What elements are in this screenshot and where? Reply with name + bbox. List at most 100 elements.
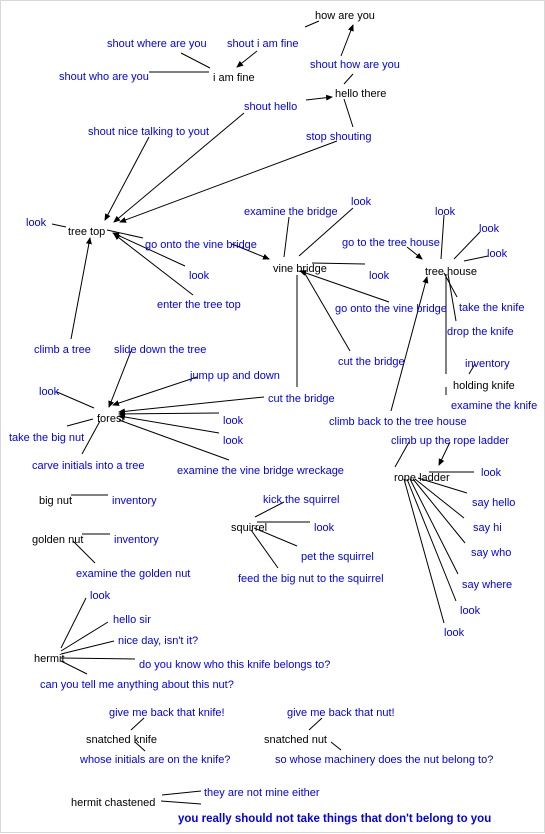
- action-node-shout-where-are-you[interactable]: shout where are you: [107, 38, 207, 50]
- graph-edge: [108, 350, 132, 408]
- action-node-shout-how-are-you[interactable]: shout how are you: [310, 59, 400, 71]
- action-node-examine-wreckage[interactable]: examine the vine bridge wreckage: [177, 465, 344, 477]
- state-node-forest[interactable]: forest: [97, 413, 125, 425]
- action-node-hello-sir[interactable]: hello sir: [113, 614, 151, 626]
- action-node-drop-the-knife[interactable]: drop the knife: [447, 326, 514, 338]
- action-node-look-rl-1[interactable]: look: [481, 467, 501, 479]
- action-node-say-hello[interactable]: say hello: [472, 497, 515, 509]
- state-node-tree-top[interactable]: tree top: [68, 226, 105, 238]
- action-node-nice-day[interactable]: nice day, isn't it?: [118, 635, 198, 647]
- action-node-look-rl-3[interactable]: look: [444, 627, 464, 639]
- action-node-take-the-big-nut[interactable]: take the big nut: [9, 432, 84, 444]
- action-node-look-vb-right[interactable]: look: [369, 270, 389, 282]
- graph-edge: [60, 640, 115, 655]
- state-node-i-am-fine[interactable]: i am fine: [213, 72, 255, 84]
- action-node-say-hi[interactable]: say hi: [473, 522, 502, 534]
- state-node-big-nut[interactable]: big nut: [39, 495, 72, 507]
- action-node-look-forest-r2[interactable]: look: [223, 435, 243, 447]
- state-node-vine-bridge[interactable]: vine bridge: [273, 263, 327, 275]
- state-node-golden-nut[interactable]: golden nut: [32, 534, 83, 546]
- action-node-climb-back-treehouse[interactable]: climb back to the tree house: [329, 416, 467, 428]
- state-node-holding-knife[interactable]: holding knife: [453, 380, 515, 392]
- graph-edge: [130, 717, 145, 731]
- action-node-climb-a-tree[interactable]: climb a tree: [34, 344, 91, 356]
- graph-edge: [414, 478, 465, 519]
- action-node-go-onto-vine-bridge-2[interactable]: go onto the vine bridge: [335, 303, 447, 315]
- state-node-hello-there[interactable]: hello there: [335, 88, 386, 100]
- state-node-snatched-nut[interactable]: snatched nut: [264, 734, 327, 746]
- graph-edge: [308, 717, 323, 731]
- action-node-give-back-nut[interactable]: give me back that nut!: [287, 707, 395, 719]
- action-node-look-th-r2[interactable]: look: [487, 248, 507, 260]
- state-node-rope-ladder[interactable]: rope ladder: [394, 472, 450, 484]
- action-node-slide-down-the-tree[interactable]: slide down the tree: [114, 344, 206, 356]
- action-node-carve-initials[interactable]: carve initials into a tree: [32, 460, 145, 472]
- action-node-look-forest-left[interactable]: look: [39, 386, 59, 398]
- graph-edge: [118, 414, 220, 434]
- action-node-look-tt-r1[interactable]: look: [189, 270, 209, 282]
- state-graph-diagram: how are you i am fine hello there tree top v…: [0, 0, 545, 833]
- action-node-enter-the-tree-top[interactable]: enter the tree top: [157, 299, 241, 311]
- action-node-look-forest-r1[interactable]: look: [223, 415, 243, 427]
- graph-edge: [463, 255, 489, 262]
- action-node-stop-shouting[interactable]: stop shouting: [306, 131, 371, 143]
- action-node-look-tt-left[interactable]: look: [26, 217, 46, 229]
- state-node-snatched-knife[interactable]: snatched knife: [86, 734, 157, 746]
- action-node-should-not-take[interactable]: you really should not take things that d…: [178, 813, 491, 825]
- action-node-shout-hello[interactable]: shout hello: [244, 101, 297, 113]
- graph-edge: [106, 229, 144, 239]
- state-node-tree-house[interactable]: tree house: [425, 266, 477, 278]
- graph-edge: [60, 621, 109, 652]
- graph-edge: [104, 136, 150, 221]
- action-node-kick-the-squirrel[interactable]: kick the squirrel: [263, 494, 339, 506]
- graph-edge: [343, 98, 354, 128]
- state-node-squirrel[interactable]: squirrel: [231, 522, 267, 534]
- action-node-shout-i-am-fine[interactable]: shout i am fine: [227, 38, 299, 50]
- action-node-cut-the-bridge[interactable]: cut the bridge: [338, 356, 405, 368]
- state-node-hermit[interactable]: hermit: [34, 653, 65, 665]
- action-node-look-th-r1[interactable]: look: [479, 223, 499, 235]
- action-node-go-to-the-tree-house[interactable]: go to the tree house: [342, 237, 440, 249]
- action-node-shout-who-are-you[interactable]: shout who are you: [59, 71, 149, 83]
- graph-edge: [390, 276, 429, 412]
- graph-edge: [60, 660, 88, 675]
- action-node-say-where[interactable]: say where: [462, 579, 512, 591]
- action-node-pet-the-squirrel[interactable]: pet the squirrel: [301, 551, 374, 563]
- action-node-feed-big-nut[interactable]: feed the big nut to the squirrel: [238, 573, 384, 585]
- action-node-shout-nice-talking[interactable]: shout nice talking to yout: [88, 126, 209, 138]
- action-node-give-back-knife[interactable]: give me back that knife!: [109, 707, 225, 719]
- action-node-examine-golden-nut[interactable]: examine the golden nut: [76, 568, 190, 580]
- action-node-whose-machinery[interactable]: so whose machinery does the nut belong t…: [275, 754, 493, 766]
- action-node-look-vb-top[interactable]: look: [351, 196, 371, 208]
- action-node-look-rl-2[interactable]: look: [460, 605, 480, 617]
- state-node-how-are-you[interactable]: how are you: [315, 10, 375, 22]
- action-node-look-squirrel[interactable]: look: [314, 522, 334, 534]
- action-node-inventory-golden-nut[interactable]: inventory: [114, 534, 159, 546]
- graph-edge: [60, 597, 87, 649]
- graph-edge: [112, 376, 198, 406]
- graph-edge: [236, 50, 258, 68]
- action-node-inventory-knife[interactable]: inventory: [465, 358, 510, 370]
- action-node-examine-the-knife[interactable]: examine the knife: [451, 400, 537, 412]
- action-node-climb-up-rope-ladder[interactable]: climb up the rope ladder: [391, 435, 509, 447]
- action-node-knife-belongs-to[interactable]: do you know who this knife belongs to?: [139, 659, 330, 671]
- action-node-look-th-top[interactable]: look: [435, 206, 455, 218]
- graph-edge: [118, 419, 230, 461]
- action-node-take-the-knife[interactable]: take the knife: [459, 302, 524, 314]
- action-node-say-who[interactable]: say who: [471, 547, 511, 559]
- state-node-hermit-chastened[interactable]: hermit chastened: [71, 797, 155, 809]
- action-node-not-mine-either[interactable]: they are not mine either: [204, 787, 320, 799]
- graph-edge: [412, 478, 466, 544]
- graph-edge: [56, 391, 95, 409]
- action-node-look-hermit[interactable]: look: [90, 590, 110, 602]
- action-node-go-onto-vine-bridge-1[interactable]: go onto the vine bridge: [145, 239, 257, 251]
- action-node-cut-the-bridge-forest[interactable]: cut the bridge: [268, 393, 335, 405]
- action-node-examine-the-bridge[interactable]: examine the bridge: [244, 206, 338, 218]
- action-node-inventory-big-nut[interactable]: inventory: [112, 495, 157, 507]
- action-node-whose-initials[interactable]: whose initials are on the knife?: [80, 754, 230, 766]
- graph-edge: [118, 396, 265, 415]
- graph-edge: [81, 420, 101, 455]
- action-node-jump-up-and-down[interactable]: jump up and down: [190, 370, 280, 382]
- action-node-tell-me-about-nut[interactable]: can you tell me anything about this nut?: [40, 679, 234, 691]
- graph-edge: [51, 223, 67, 228]
